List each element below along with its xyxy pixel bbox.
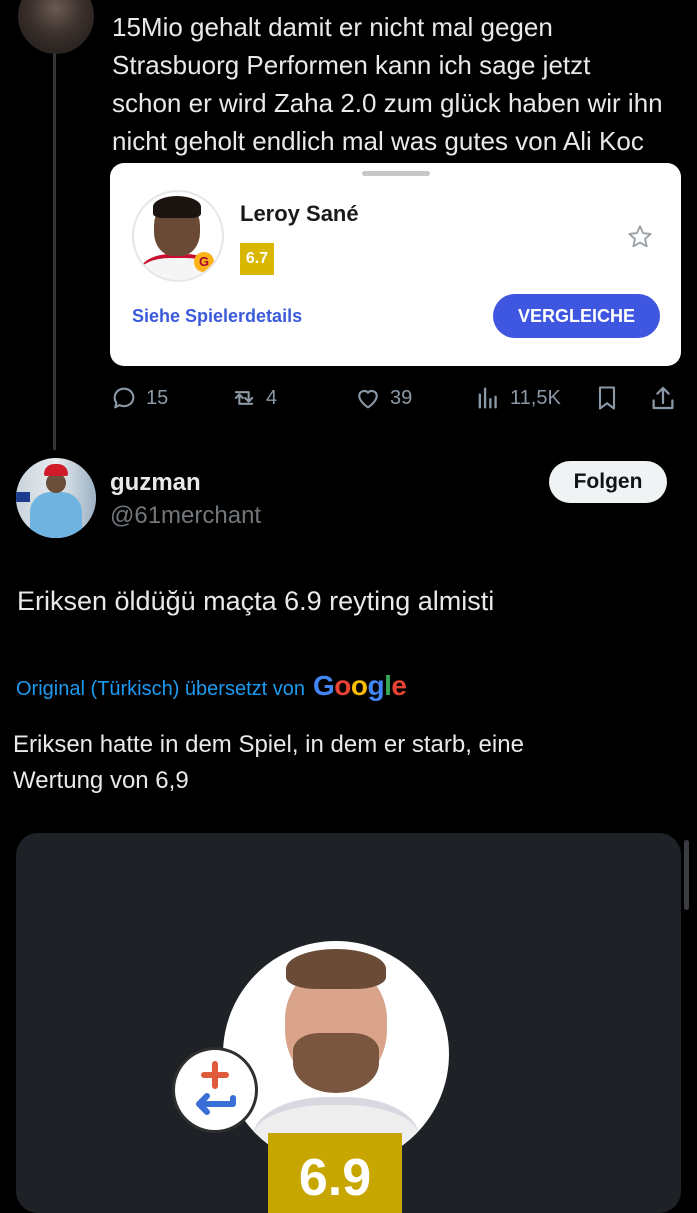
views-count: 11,5K <box>510 386 561 409</box>
reply-icon <box>113 387 135 409</box>
reply-author-avatar[interactable] <box>18 0 94 54</box>
player-photo: G <box>132 190 224 282</box>
player-details-link[interactable]: Siehe Spielerdetails <box>132 306 302 327</box>
author-display-name[interactable]: guzman <box>110 469 201 497</box>
translation-attribution[interactable]: Original (Türkisch) übersetzt von Google <box>16 670 407 702</box>
thread-connector-line <box>53 50 56 450</box>
tweet-text-line: schon er wird Zaha 2.0 zum glück haben w… <box>112 88 663 118</box>
scrollbar[interactable] <box>684 840 689 910</box>
like-count: 39 <box>390 386 413 409</box>
tweet-media-image[interactable]: 6.9 <box>16 833 681 1213</box>
media-rating-badge: 6.9 <box>268 1133 402 1213</box>
author-avatar[interactable] <box>16 458 96 538</box>
translation-label[interactable]: Original (Türkisch) übersetzt von <box>16 678 305 701</box>
author-handle[interactable]: @61merchant <box>110 502 261 530</box>
tweet-text-line: nicht geholt endlich mal was gutes von A… <box>112 126 644 156</box>
views-icon <box>478 387 497 409</box>
favorite-star-icon[interactable] <box>626 223 654 251</box>
views-action[interactable]: 11,5K <box>474 384 561 412</box>
tweet-text: Eriksen öldüğü maçta 6.9 reyting almisti <box>17 586 495 616</box>
player-name: Leroy Sané <box>240 201 359 226</box>
substitution-icon <box>172 1047 258 1133</box>
bookmark-icon[interactable] <box>593 383 621 413</box>
repost-action[interactable]: 4 <box>230 384 277 412</box>
translated-text: Eriksen hatte in dem Spiel, in dem er st… <box>13 727 653 799</box>
share-icon[interactable] <box>648 383 678 413</box>
player-rating-badge: 6.7 <box>240 243 274 275</box>
player-card[interactable]: G Leroy Sané 6.7 Siehe Spielerdetails VE… <box>110 163 681 366</box>
compare-button[interactable]: VERGLEICHE <box>493 294 660 338</box>
like-action[interactable]: 39 <box>354 384 412 412</box>
club-badge-icon: G <box>194 252 214 272</box>
reply-action[interactable]: 15 <box>110 384 168 412</box>
like-icon <box>358 389 378 409</box>
reply-count: 15 <box>146 386 169 409</box>
translated-text-line: Eriksen hatte in dem Spiel, in dem er st… <box>13 731 524 758</box>
tweet-text-line: Strasbuorg Performen kann ich sage jetzt <box>112 50 591 80</box>
follow-button[interactable]: Folgen <box>549 461 667 503</box>
card-drag-handle <box>362 171 430 176</box>
repost-icon <box>234 391 254 405</box>
google-logo: Google <box>312 670 407 701</box>
repost-count: 4 <box>266 386 278 409</box>
tweet-text-line: 15Mio gehalt damit er nicht mal gegen <box>112 12 553 42</box>
tweet-text: 15Mio gehalt damit er nicht mal gegen St… <box>112 8 692 160</box>
translated-text-line: Wertung von 6,9 <box>13 767 189 794</box>
